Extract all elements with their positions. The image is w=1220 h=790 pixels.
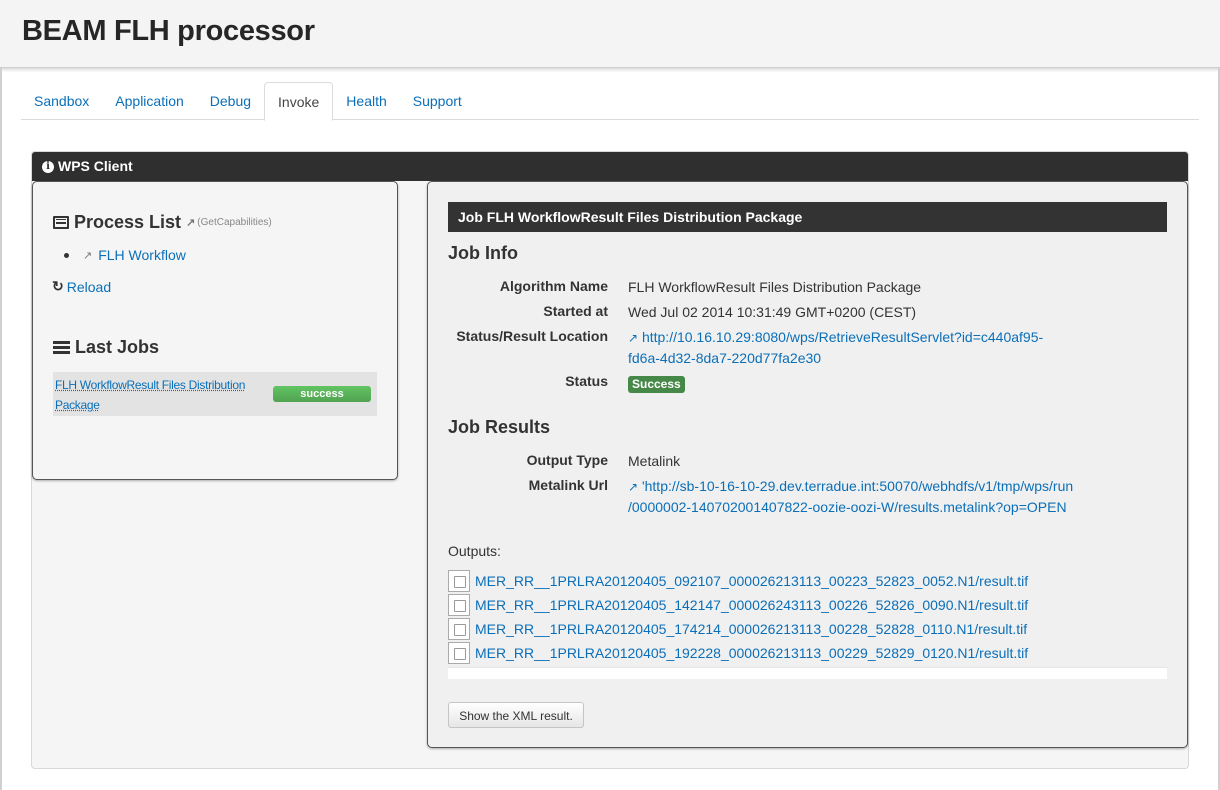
status-location-link[interactable]: ↗ http://10.16.10.29:8080/wps/RetrieveRe… [628, 329, 1043, 366]
panel-title: WPS Client [58, 158, 133, 174]
output-item[interactable]: MER_RR__1PRLRA20120405_092107_0000262131… [448, 569, 1028, 593]
bullet [64, 252, 69, 258]
last-job-row[interactable]: FLH WorkflowResult Files Distribution Pa… [53, 372, 377, 416]
metalink-line2: /0000002-140702001407822-oozie-oozi-W/re… [628, 499, 1067, 516]
tasks-icon [53, 340, 70, 355]
external-link-icon: ↗ [83, 249, 93, 262]
process-list-heading: Process List ↗ (GetCapabilities) [53, 212, 272, 233]
last-job-link[interactable]: FLH WorkflowResult Files Distribution Pa… [55, 375, 265, 415]
metalink-url-link[interactable]: ↗ 'http://sb-10-16-10-29.dev.terradue.in… [628, 478, 1073, 515]
output-item[interactable]: MER_RR__1PRLRA20120405_192228_0000262131… [448, 641, 1028, 665]
status-location-value: ↗ http://10.16.10.29:8080/wps/RetrieveRe… [628, 327, 1043, 368]
tab-application[interactable]: Application [102, 82, 197, 120]
tab-sandbox[interactable]: Sandbox [21, 82, 102, 120]
job-info-title: Job Info [448, 243, 518, 263]
algorithm-name-value: FLH WorkflowResult Files Distribution Pa… [628, 279, 922, 295]
reload-link[interactable]: ↻ Reload [52, 278, 111, 295]
process-list-item: ↗ FLH Workflow [64, 247, 186, 263]
image-file-icon [448, 618, 470, 640]
refresh-icon: ↻ [52, 278, 64, 294]
process-flh-workflow-link[interactable]: FLH Workflow [98, 247, 186, 263]
external-link-icon: ↗ [628, 331, 639, 346]
outputs-horizontal-scrollbar[interactable] [448, 667, 1167, 679]
reload-label: Reload [66, 278, 112, 295]
last-jobs-heading: Last Jobs [53, 337, 159, 358]
app-header: BEAM FLH processor [0, 0, 1220, 68]
output-link[interactable]: MER_RR__1PRLRA20120405_174214_0000262131… [475, 621, 1027, 637]
status-label: Status [565, 373, 608, 389]
last-jobs-title: Last Jobs [75, 337, 160, 357]
tab-health[interactable]: Health [333, 82, 399, 120]
tab-support[interactable]: Support [400, 82, 475, 120]
tab-debug[interactable]: Debug [197, 82, 264, 120]
metalink-url-label: Metalink Url [528, 477, 608, 493]
status-location-line2: fd6a-4d32-8da7-220d77fa2e30 [628, 350, 822, 367]
get-capabilities-label: (GetCapabilities) [197, 217, 272, 228]
left-border [0, 68, 2, 790]
metalink-url-value: ↗ 'http://sb-10-16-10-29.dev.terradue.in… [628, 476, 1073, 517]
image-file-icon [448, 594, 470, 616]
panel-heading: i WPS Client [32, 152, 1188, 181]
tab-invoke[interactable]: Invoke [264, 82, 334, 121]
output-type-label: Output Type [526, 452, 608, 468]
status-value: Success [628, 373, 685, 393]
info-icon: i [42, 160, 54, 173]
status-location-label: Status/Result Location [456, 328, 608, 344]
external-link-icon: ↗ [628, 480, 639, 495]
outputs-label: Outputs: [448, 543, 501, 559]
external-link-icon: ↗ [186, 217, 196, 229]
show-xml-result-button[interactable]: Show the XML result. [448, 702, 584, 728]
output-link[interactable]: MER_RR__1PRLRA20120405_142147_0000262431… [475, 597, 1028, 613]
image-file-icon [448, 642, 470, 664]
started-at-label: Started at [543, 303, 608, 319]
metalink-line1: 'http://sb-10-16-10-29.dev.terradue.int:… [641, 478, 1074, 494]
output-item[interactable]: MER_RR__1PRLRA20120405_174214_0000262131… [448, 617, 1027, 641]
output-link[interactable]: MER_RR__1PRLRA20120405_092107_0000262131… [475, 573, 1028, 589]
job-header: Job FLH WorkflowResult Files Distributio… [448, 202, 1167, 232]
output-link[interactable]: MER_RR__1PRLRA20120405_192228_0000262131… [475, 645, 1028, 661]
tab-bar: Sandbox Application Debug Invoke Health … [21, 82, 1199, 121]
get-capabilities-link[interactable]: ↗ (GetCapabilities) [186, 216, 272, 229]
image-file-icon [448, 570, 470, 592]
status-location-line1: http://10.16.10.29:8080/wps/RetrieveResu… [641, 329, 1044, 345]
process-list-title: Process List [74, 212, 182, 232]
status-badge: Success [628, 376, 685, 393]
started-at-value: Wed Jul 02 2014 10:31:49 GMT+0200 (CEST) [628, 304, 917, 320]
output-item[interactable]: MER_RR__1PRLRA20120405_142147_0000262431… [448, 593, 1028, 617]
output-type-value: Metalink [628, 453, 681, 469]
job-results-title: Job Results [448, 417, 551, 437]
job-status-bar: success [273, 386, 371, 402]
list-icon [53, 216, 69, 229]
page-title: BEAM FLH processor [22, 15, 315, 47]
algorithm-name-label: Algorithm Name [499, 278, 608, 294]
